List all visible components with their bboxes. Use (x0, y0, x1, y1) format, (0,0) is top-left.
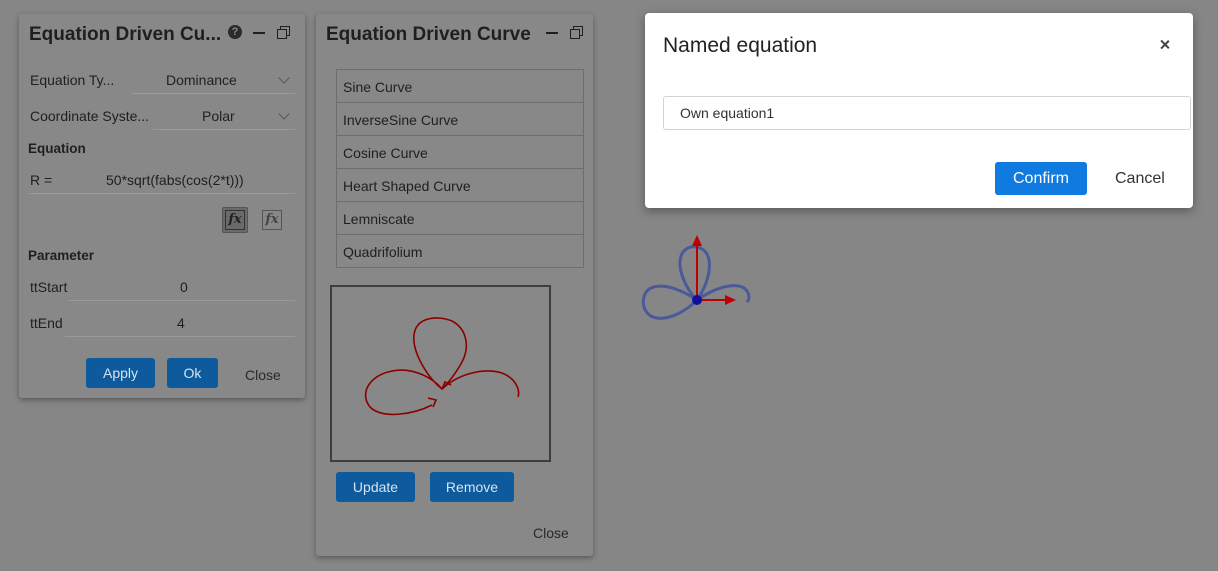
equation-type-label: Equation Ty... (30, 72, 115, 88)
chevron-down-icon (278, 108, 290, 120)
help-icon[interactable]: ? (228, 25, 242, 39)
restore-icon[interactable] (569, 25, 583, 39)
viewport-curve-graphic (641, 235, 751, 320)
equation-library-panel: Equation Driven Curve Sine Curve Inverse… (316, 14, 593, 556)
restore-icon[interactable] (276, 25, 290, 39)
list-item[interactable]: Heart Shaped Curve (337, 169, 583, 202)
named-equation-dialog: Named equation Confirm Cancel (645, 13, 1193, 208)
ok-button[interactable]: Ok (167, 358, 218, 388)
curve-preview (330, 285, 551, 462)
equation-field[interactable]: R = 50*sqrt(fabs(cos(2*t))) (29, 168, 295, 194)
panel-title: Equation Driven Cu... (29, 24, 222, 45)
panel-title: Equation Driven Curve (326, 24, 531, 45)
equation-type-select[interactable]: Equation Ty... Dominance (29, 68, 295, 94)
t-start-value: 0 (180, 279, 188, 295)
close-icon[interactable] (1157, 37, 1173, 53)
equation-section-heading: Equation (28, 141, 86, 156)
apply-button[interactable]: Apply (86, 358, 155, 388)
update-button[interactable]: Update (336, 472, 415, 502)
t-end-field[interactable]: ttEnd 4 (29, 311, 295, 337)
close-button[interactable]: Close (245, 367, 281, 383)
minimize-icon[interactable] (545, 25, 559, 39)
list-item[interactable]: Quadrifolium (337, 235, 583, 267)
parameter-section-heading: Parameter (28, 248, 95, 263)
fx-insert-icon: fx (225, 210, 245, 230)
curve-list: Sine Curve InverseSine Curve Cosine Curv… (336, 69, 584, 268)
coordinate-system-label: Coordinate Syste... (30, 108, 150, 124)
equation-name-input[interactable] (663, 96, 1191, 130)
insert-function-button[interactable]: fx (222, 207, 248, 233)
list-item[interactable]: Cosine Curve (337, 136, 583, 169)
list-item[interactable]: Lemniscate (337, 202, 583, 235)
list-item[interactable]: InverseSine Curve (337, 103, 583, 136)
equation-driven-curve-panel: Equation Driven Cu... ? Equation Ty... D… (19, 14, 305, 398)
coordinate-system-select[interactable]: Coordinate Syste... Polar (29, 104, 295, 130)
cancel-button[interactable]: Cancel (1115, 170, 1165, 188)
confirm-button[interactable]: Confirm (995, 162, 1087, 195)
list-item[interactable]: Sine Curve (337, 70, 583, 103)
coordinate-system-value: Polar (202, 108, 235, 124)
t-end-value: 4 (177, 315, 185, 331)
equation-label: R = (30, 172, 53, 188)
preview-curve-graphic (364, 317, 520, 416)
function-button[interactable]: fx (259, 207, 285, 233)
close-button[interactable]: Close (533, 525, 569, 541)
equation-type-value: Dominance (166, 72, 237, 88)
fx-icon: fx (262, 210, 282, 230)
t-start-label: ttStart (30, 279, 68, 295)
dialog-title: Named equation (663, 34, 818, 57)
chevron-down-icon (278, 72, 290, 84)
remove-button[interactable]: Remove (430, 472, 514, 502)
t-end-label: ttEnd (30, 315, 63, 331)
minimize-icon[interactable] (252, 25, 266, 39)
equation-value: 50*sqrt(fabs(cos(2*t))) (106, 172, 244, 188)
t-start-field[interactable]: ttStart 0 (29, 275, 295, 301)
